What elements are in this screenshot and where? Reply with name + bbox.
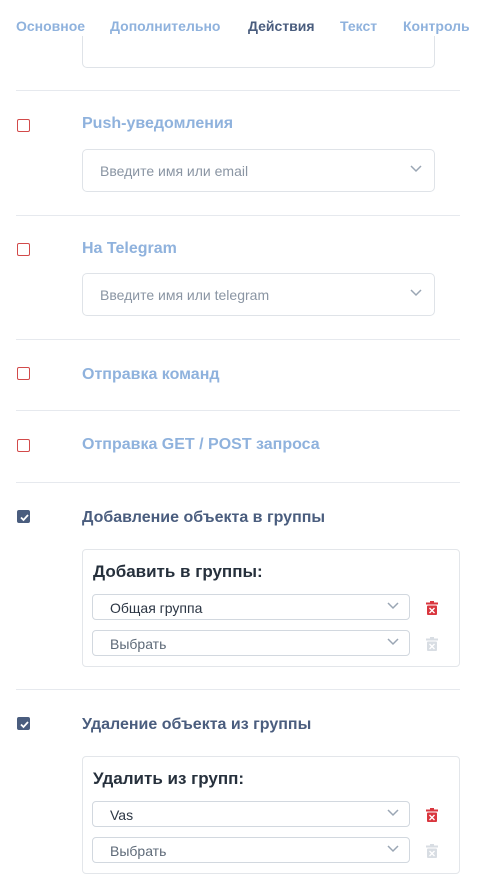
add-group-checkbox[interactable] [17, 510, 30, 523]
tab-text[interactable]: Текст [340, 18, 377, 34]
commands-title[interactable]: Отправка команд [82, 366, 220, 384]
http-request-checkbox[interactable] [17, 439, 30, 452]
remove-group-panel-title: Удалить из групп: [93, 769, 245, 788]
telegram-recipient-select[interactable]: Введите имя или telegram [82, 273, 435, 316]
add-group-title[interactable]: Добавление объекта в группы [82, 509, 325, 527]
divider [16, 339, 460, 340]
add-group-select-1[interactable]: Общая группа [92, 594, 410, 620]
http-request-title[interactable]: Отправка GET / POST запроса [82, 436, 320, 454]
add-group-panel-title: Добавить в группы: [93, 562, 263, 581]
divider [16, 410, 460, 411]
remove-group-select-1[interactable]: Vas [92, 801, 410, 827]
add-group-select-1-value: Общая группа [110, 600, 203, 616]
tab-actions[interactable]: Действия [248, 18, 315, 34]
chevron-down-icon [387, 638, 399, 646]
tab-control[interactable]: Контроль [403, 18, 470, 34]
divider [16, 215, 460, 216]
divider [16, 90, 460, 91]
remove-group-checkbox[interactable] [17, 717, 30, 730]
trash-icon[interactable] [426, 601, 438, 615]
push-recipient-placeholder: Введите имя или email [100, 163, 249, 179]
push-recipient-select[interactable]: Введите имя или email [82, 149, 435, 192]
add-group-select-2[interactable]: Выбрать [92, 630, 410, 656]
remove-group-title[interactable]: Удаление объекта из группы [82, 716, 311, 734]
add-group-select-2-value: Выбрать [110, 636, 167, 652]
remove-group-select-1-value: Vas [110, 807, 134, 823]
divider [16, 482, 460, 483]
telegram-checkbox[interactable] [17, 243, 30, 256]
remove-group-select-2-value: Выбрать [110, 843, 167, 859]
trash-icon [426, 637, 438, 651]
tab-basic[interactable]: Основное [16, 18, 85, 34]
chevron-down-icon [410, 289, 422, 297]
chevron-down-icon [387, 845, 399, 853]
push-checkbox[interactable] [17, 119, 30, 132]
checkmark-icon [20, 514, 29, 522]
telegram-title[interactable]: На Telegram [82, 240, 177, 258]
tab-additional[interactable]: Дополнительно [110, 18, 220, 34]
chevron-down-icon [387, 809, 399, 817]
add-group-panel: Добавить в группы: Общая группа Выбрать [82, 549, 460, 667]
chevron-down-icon [387, 602, 399, 610]
checkmark-icon [20, 721, 29, 729]
divider [16, 689, 460, 690]
trash-icon[interactable] [426, 808, 438, 822]
commands-checkbox[interactable] [17, 367, 30, 380]
remove-group-select-2[interactable]: Выбрать [92, 837, 410, 863]
chevron-down-icon [410, 165, 422, 173]
telegram-recipient-placeholder: Введите имя или telegram [100, 287, 270, 303]
push-title[interactable]: Push-уведомления [82, 115, 233, 133]
scrolled-field[interactable] [82, 36, 435, 68]
trash-icon [426, 844, 438, 858]
remove-group-panel: Удалить из групп: Vas Выбрать [82, 756, 460, 874]
